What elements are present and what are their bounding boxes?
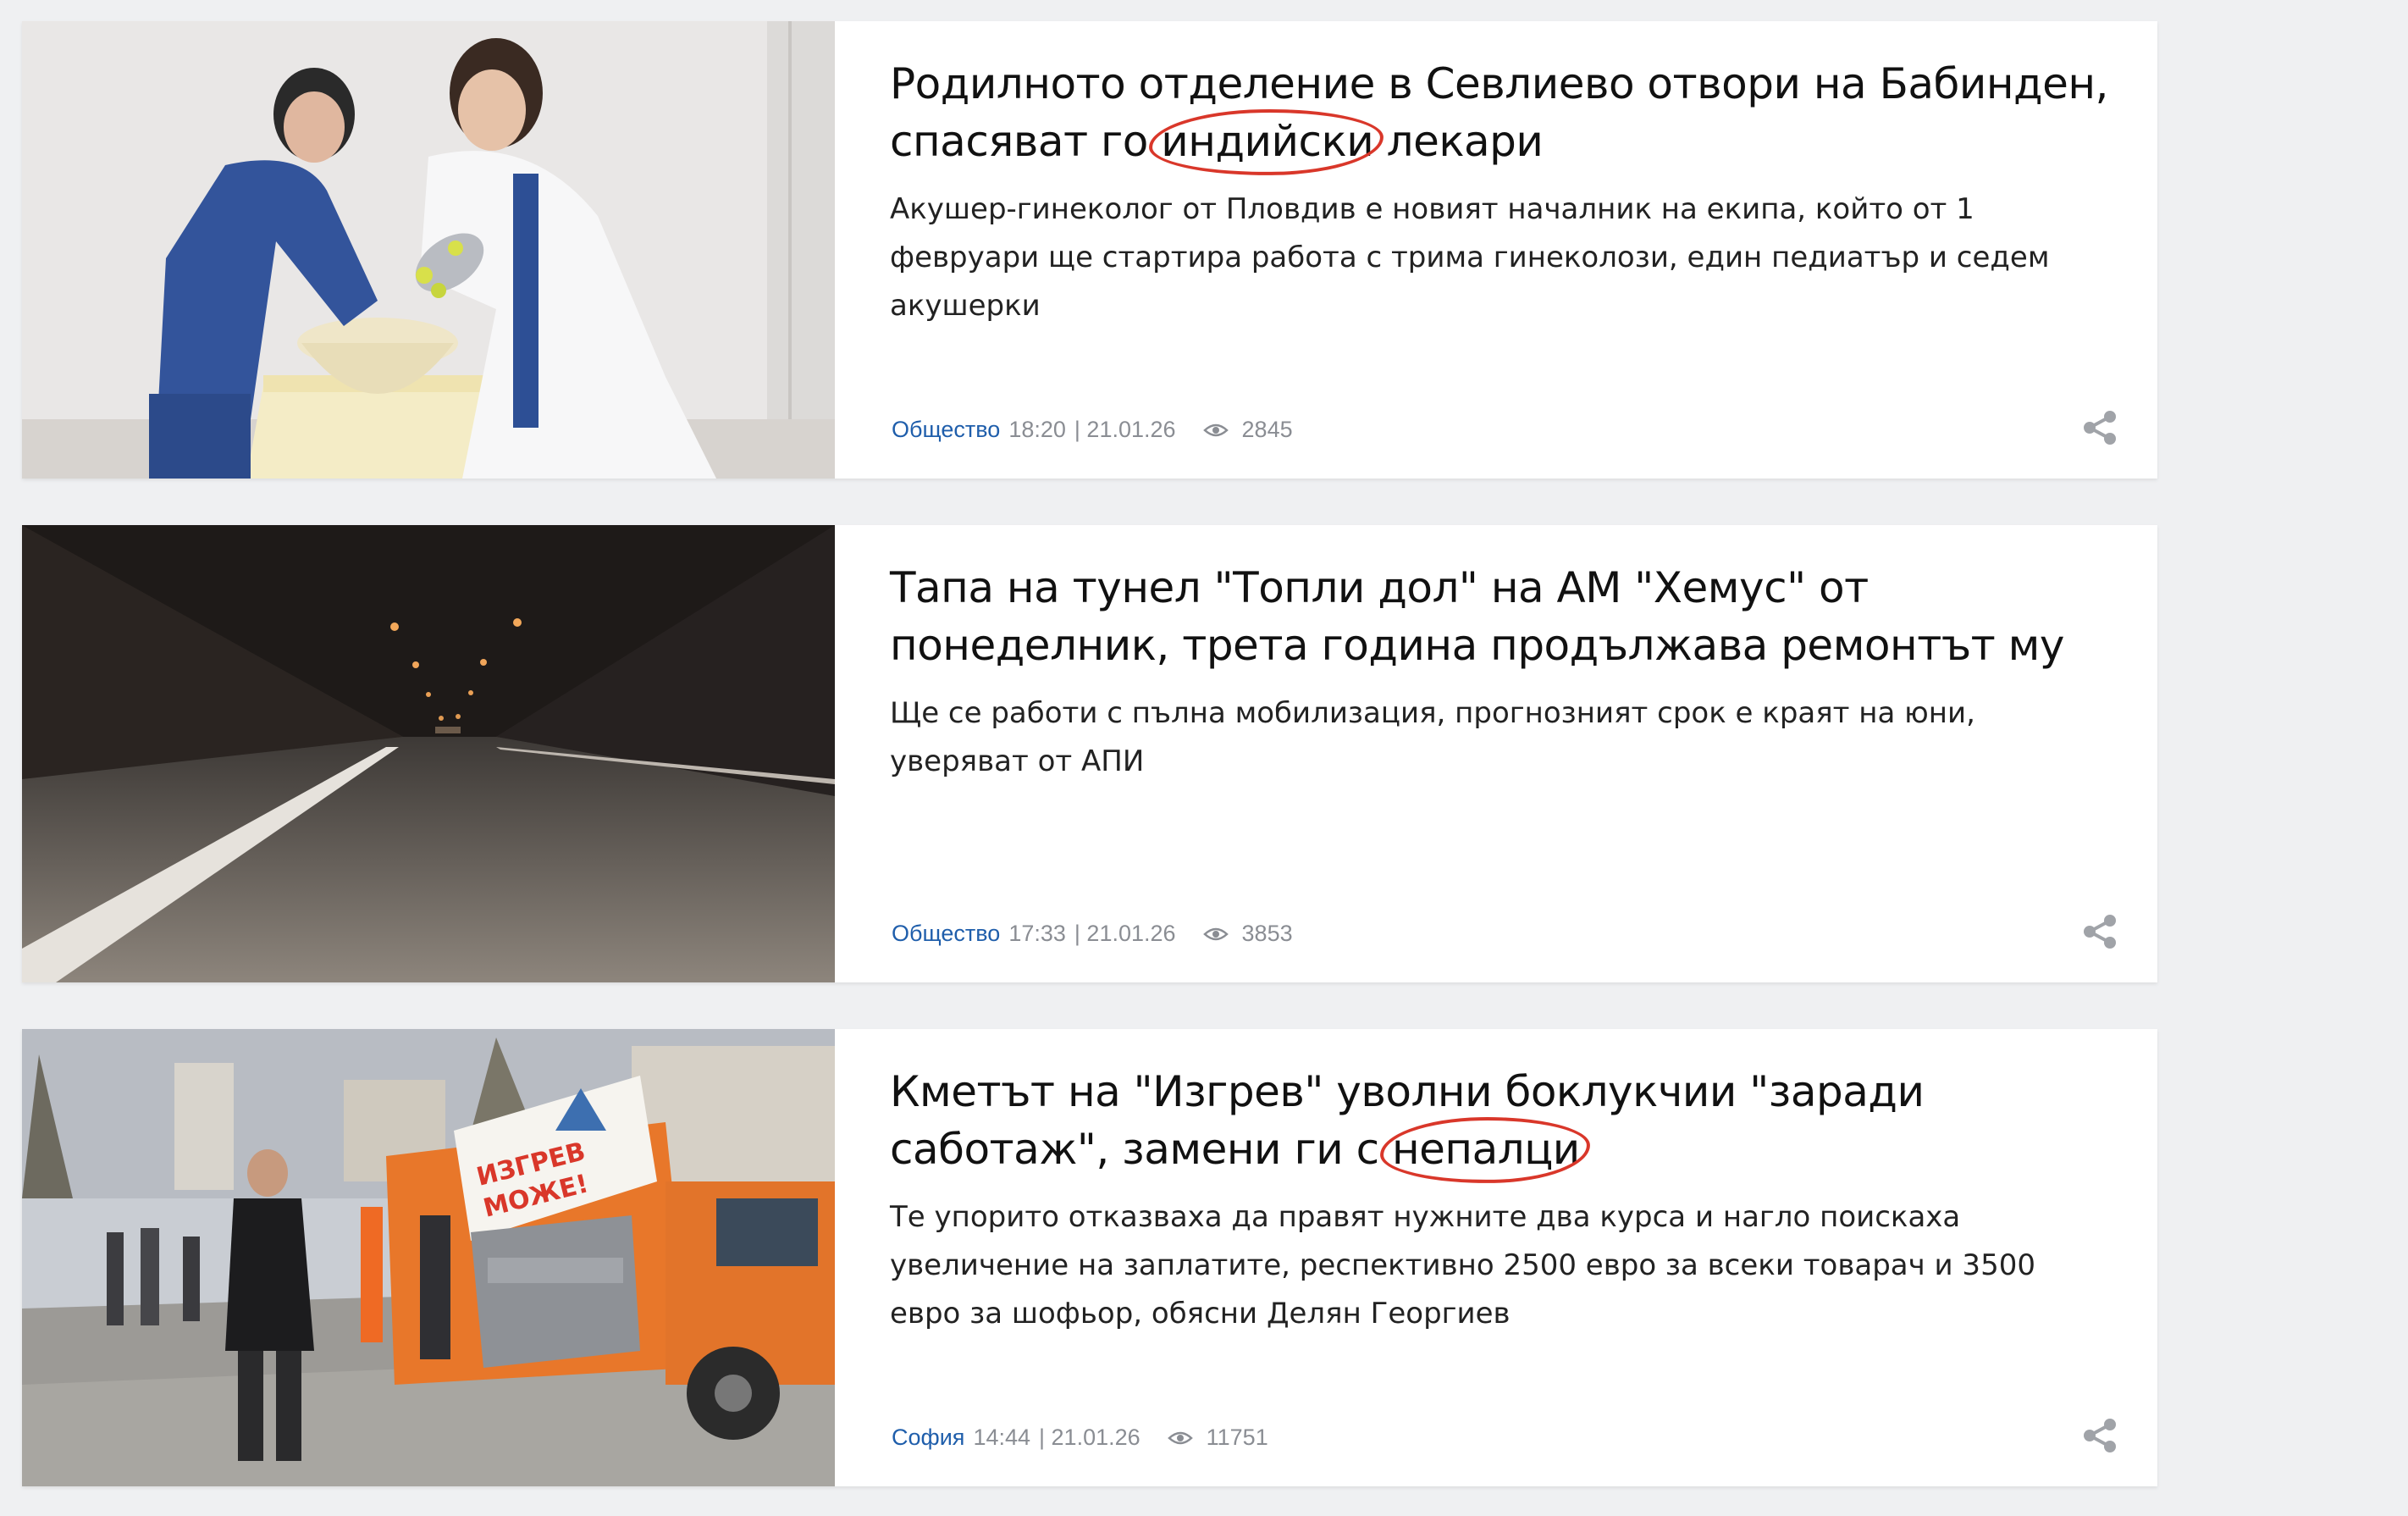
eye-icon (1202, 927, 1229, 940)
article-image[interactable] (22, 21, 835, 479)
article-image[interactable]: ИЗГРЕВ МОЖЕ! (22, 1029, 835, 1486)
publish-date: | 21.01.26 (1039, 1425, 1140, 1450)
article-meta: Общество 18:20 | 21.01.26 2845 (892, 417, 1293, 443)
title-text-end: лекари (1373, 117, 1544, 166)
article-image-tunnel (22, 525, 835, 982)
article-meta: София 14:44 | 21.01.26 11751 (892, 1425, 1268, 1451)
article-title[interactable]: Родилното отделение в Севлиево отвори на… (890, 55, 2109, 170)
category-link[interactable]: Общество (892, 921, 1000, 947)
publish-date: | 21.01.26 (1074, 417, 1176, 442)
view-count: 3853 (1241, 921, 1293, 946)
view-count: 11751 (1206, 1425, 1268, 1450)
article-summary: Те упорито отказваха да правят нужните д… (890, 1200, 2035, 1331)
article-image-garbage-truck: ИЗГРЕВ МОЖЕ! (22, 1029, 835, 1486)
share-icon[interactable] (2081, 1417, 2118, 1454)
title-text: Тапа на тунел "Топли дол" на АМ "Хемус" … (890, 563, 2064, 670)
highlighted-word: индийски (1161, 113, 1373, 170)
article-card[interactable]: Родилното отделение в Севлиево отвори на… (22, 21, 2157, 479)
eye-icon (1167, 1431, 1193, 1444)
publish-date: | 21.01.26 (1074, 921, 1176, 946)
article-meta: Общество 17:33 | 21.01.26 3853 (892, 921, 1293, 947)
share-icon[interactable] (2081, 913, 2118, 950)
article-title[interactable]: Кметът на "Изгрев" уволни боклукчии "зар… (890, 1063, 2109, 1178)
article-card[interactable]: Тапа на тунел "Топли дол" на АМ "Хемус" … (22, 525, 2157, 982)
article-content: Кметът на "Изгрев" уволни боклукчии "зар… (890, 1063, 2109, 1338)
view-count: 2845 (1241, 417, 1293, 442)
publish-time: 14:44 (973, 1425, 1031, 1450)
category-link[interactable]: София (892, 1425, 964, 1451)
publish-time: 18:20 (1008, 417, 1066, 442)
share-icon[interactable] (2081, 409, 2118, 446)
category-link[interactable]: Общество (892, 417, 1000, 443)
article-summary: Акушер-гинеколог от Пловдив е новият нач… (890, 192, 2050, 323)
article-content: Тапа на тунел "Топли дол" на АМ "Хемус" … (890, 559, 2109, 786)
article-title[interactable]: Тапа на тунел "Топли дол" на АМ "Хемус" … (890, 559, 2109, 674)
highlighted-word: непалци (1392, 1120, 1580, 1178)
article-summary: Ще се работи с пълна мобилизация, прогно… (890, 696, 1975, 778)
article-card[interactable]: ИЗГРЕВ МОЖЕ! Кметът на "Изгрев" уволни б… (22, 1029, 2157, 1486)
publish-time: 17:33 (1008, 921, 1066, 946)
article-content: Родилното отделение в Севлиево отвори на… (890, 55, 2109, 330)
eye-icon (1202, 423, 1229, 436)
article-image[interactable] (22, 525, 835, 982)
article-image-maternity (22, 21, 835, 479)
